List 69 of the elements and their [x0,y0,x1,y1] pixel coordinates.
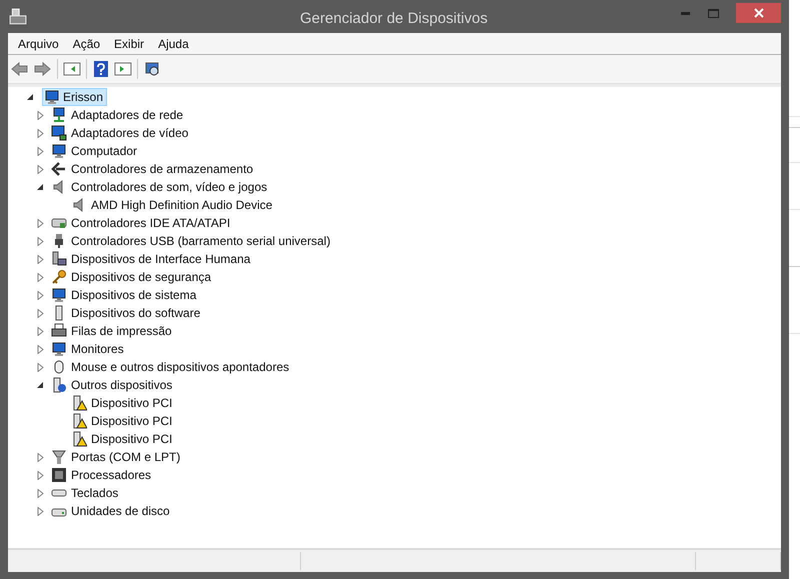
collapse-arrow-icon[interactable] [37,182,45,192]
collapse-arrow-icon[interactable] [27,92,35,102]
monitor-icon [51,341,67,357]
expand-arrow-icon[interactable] [37,290,45,300]
expand-arrow-icon[interactable] [37,452,45,462]
tree-item[interactable]: Outros dispositivos [71,376,172,394]
tree-item[interactable]: Mouse e outros dispositivos apontadores [71,358,290,376]
chip-icon [51,467,67,483]
tree-item[interactable]: Adaptadores de vídeo [71,124,188,142]
window-title: Gerenciador de Dispositivos [300,9,488,29]
port-icon [51,449,67,465]
tree-item[interactable]: Controladores IDE ATA/ATAPI [71,214,230,232]
expand-arrow-icon[interactable] [37,470,45,480]
expand-arrow-icon[interactable] [37,344,45,354]
tree-item[interactable]: Dispositivos do software [71,304,200,322]
tree-item[interactable]: Dispositivo PCI [91,412,172,430]
computer-icon [51,287,67,303]
tree-item[interactable]: AMD High Definition Audio Device [91,196,272,214]
app-icon [9,8,27,26]
close-button[interactable] [736,3,781,23]
tree-item[interactable]: Processadores [71,466,152,484]
collapse-arrow-icon[interactable] [37,380,45,390]
expand-arrow-icon[interactable] [37,272,45,282]
expand-arrow-icon[interactable] [37,236,45,246]
tree-item[interactable]: Dispositivo PCI [91,394,172,412]
expand-arrow-icon[interactable] [37,488,45,498]
tree-item[interactable]: Monitores [71,340,124,358]
tree-item[interactable]: Controladores USB (barramento serial universal) [71,232,330,250]
tree-item[interactable]: Dispositivos de segurança [71,268,212,286]
menu-item[interactable]: Ajuda [158,34,189,52]
menu-item[interactable]: Arquivo [18,34,59,52]
expand-arrow-icon[interactable] [37,506,45,516]
minimize-icon [680,12,690,14]
tree-item[interactable]: Portas (COM e LPT) [71,448,180,466]
menu-item[interactable]: Ação [72,34,100,52]
warning-device-icon [71,413,87,429]
expand-arrow-icon[interactable] [37,110,45,120]
expand-arrow-icon[interactable] [37,164,45,174]
close-icon [754,8,764,18]
tree-item[interactable]: Controladores de som, vídeo e jogos [71,178,268,196]
tree-item[interactable]: Unidades de disco [71,502,170,520]
maximize-icon [708,8,718,18]
tree-item[interactable]: Dispositivo PCI [91,430,172,448]
expand-arrow-icon[interactable] [37,308,45,318]
warning-device-icon [71,395,87,411]
tree-item[interactable]: Dispositivos de sistema [71,286,196,304]
expand-arrow-icon[interactable] [37,218,45,228]
tree-item[interactable]: Dispositivos de Interface Humana [71,250,250,268]
key-icon [51,269,67,285]
tree-item[interactable]: Controladores de armazenamento [71,160,254,178]
tree-item[interactable]: Adaptadores de rede [71,106,184,124]
menu-item[interactable]: Exibir [114,34,144,52]
input-device-icon [51,251,67,267]
expand-arrow-icon[interactable] [37,128,45,138]
expand-arrow-icon[interactable] [37,146,45,156]
computer-icon [44,89,60,105]
computer-icon [51,143,67,159]
unknown-device-icon [51,377,67,393]
printer-icon [51,323,67,339]
tree-item[interactable]: Computador [71,142,138,160]
expand-arrow-icon[interactable] [37,326,45,336]
tree-item[interactable]: Teclados [71,484,118,502]
display-card-icon [51,125,67,141]
tree-item[interactable]: Erisson [42,88,108,106]
network-monitor-icon [51,107,67,123]
tree-item[interactable]: Filas de impressão [71,322,172,340]
expand-arrow-icon[interactable] [37,254,45,264]
expand-arrow-icon[interactable] [37,362,45,372]
warning-device-icon [71,431,87,447]
